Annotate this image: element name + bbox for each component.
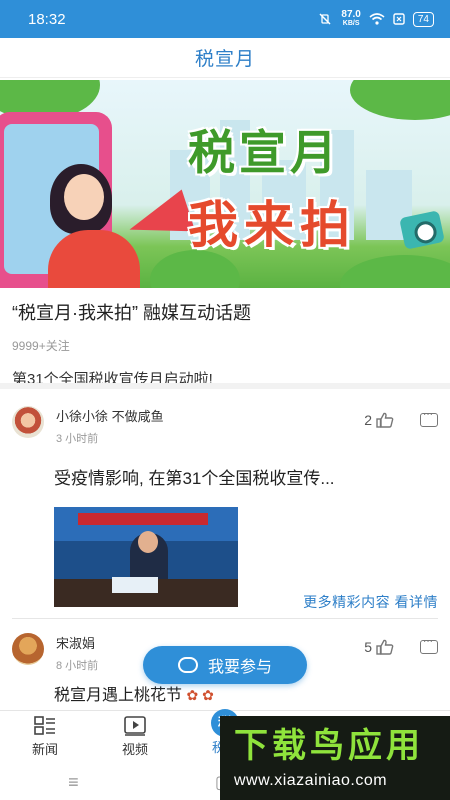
banner-woman-dress: [48, 230, 140, 288]
deer-emoji-icon: ✿ ✿: [186, 687, 214, 703]
like-count: 2: [364, 412, 372, 428]
thumbs-up-icon[interactable]: [376, 412, 394, 428]
nav-label: 新闻: [31, 742, 58, 757]
post-time: 3 小时前: [56, 433, 99, 445]
topic-banner[interactable]: 税宣月 我来拍: [0, 80, 450, 288]
status-bar: 18:32 87.0 KB/S 74: [0, 0, 450, 38]
sim-card-icon: [393, 13, 405, 25]
page-title: 税宣月: [194, 49, 255, 70]
post-text[interactable]: 税宣月遇上桃花节 ✿ ✿: [54, 681, 214, 705]
nav-label: 视频: [121, 742, 148, 757]
topic-info: “税宣月·我来拍” 融媒互动话题 9999+关注 第31个全国税收宣传月启动啦!: [0, 288, 450, 389]
section-divider: [0, 383, 450, 389]
comment-icon[interactable]: [420, 636, 438, 654]
post-image[interactable]: [54, 507, 238, 607]
post-separator: [12, 618, 438, 619]
wifi-icon: [369, 13, 385, 25]
like-count: 5: [364, 639, 372, 655]
banner-line1: 税宣月: [188, 126, 341, 179]
topic-title: “税宣月·我来拍” 融媒互动话题: [12, 303, 251, 323]
post-meta: 小徐小徐 不做咸鱼 3 小时前: [56, 406, 364, 446]
battery-indicator: 74: [412, 11, 434, 27]
comment-icon[interactable]: [420, 409, 438, 427]
status-icons: 87.0 KB/S 74: [317, 10, 434, 28]
post-author[interactable]: 小徐小徐 不做咸鱼: [56, 406, 364, 425]
banner-headline: 税宣月 我来拍: [188, 114, 428, 257]
join-button-label: 我要参与: [207, 659, 272, 676]
news-grid-icon: [34, 716, 55, 735]
post-card[interactable]: 小徐小徐 不做咸鱼 3 小时前 2 受疫情影响, 在第31个全国税收宣传...: [0, 406, 450, 607]
menu-icon[interactable]: ≡: [68, 772, 79, 793]
network-speed: 87.0 KB/S: [341, 10, 360, 28]
post-actions: 2: [364, 409, 438, 428]
thumbs-up-icon[interactable]: [376, 639, 394, 655]
chat-bubble-icon: [177, 657, 198, 673]
avatar[interactable]: [12, 633, 44, 665]
avatar[interactable]: [12, 406, 44, 438]
banner-foliage: [340, 255, 450, 288]
page-header: 税宣月: [0, 38, 450, 78]
banner-woman-face: [64, 174, 104, 220]
post-text-content: 税宣月遇上桃花节: [54, 687, 183, 704]
post-actions: 5: [364, 636, 438, 655]
watermark: 下载鸟应用 www.xiazainiao.com: [220, 716, 450, 800]
network-speed-unit: KB/S: [342, 20, 360, 27]
megaphone-icon: [122, 189, 196, 251]
network-speed-value: 87.0: [341, 9, 361, 20]
post-text[interactable]: 受疫情影响, 在第31个全国税收宣传...: [54, 464, 438, 489]
nav-item-video[interactable]: 视频: [90, 711, 180, 764]
status-time: 18:32: [28, 10, 66, 28]
mute-vibrate-icon: [319, 13, 331, 25]
video-play-icon: [124, 716, 146, 736]
post-header: 小徐小徐 不做咸鱼 3 小时前 2: [12, 406, 438, 446]
nav-item-news[interactable]: 新闻: [0, 711, 90, 764]
more-content-link[interactable]: 更多精彩内容 看详情: [303, 592, 438, 612]
camera-icon: [399, 210, 445, 250]
watermark-url: www.xiazainiao.com: [234, 772, 388, 789]
watermark-title: 下载鸟应用: [234, 727, 424, 765]
topic-follow-count: 9999+关注: [12, 339, 70, 353]
join-button[interactable]: 我要参与: [143, 646, 307, 684]
banner-line2: 我来拍: [188, 197, 356, 253]
